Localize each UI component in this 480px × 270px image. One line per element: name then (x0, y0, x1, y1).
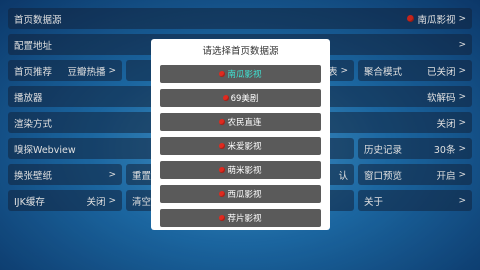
source-dot-icon (219, 191, 226, 197)
source-select-dialog: 请选择首页数据源 南瓜影视 69美剧 农民直连 米爱影视 萌米影视 西瓜影视 荐… (151, 39, 330, 230)
source-dot-icon (219, 71, 226, 77)
source-dot-icon (219, 119, 226, 125)
source-option[interactable]: 农民直连 (160, 113, 321, 131)
source-option-label: 南瓜影视 (227, 70, 262, 80)
source-option-label: 农民直连 (227, 118, 262, 128)
source-option-label: 西瓜影视 (227, 190, 262, 200)
source-option-label: 萌米影视 (227, 166, 262, 176)
source-option-label: 米爱影视 (227, 142, 262, 152)
source-dot-icon (222, 95, 229, 101)
source-option[interactable]: 西瓜影视 (160, 185, 321, 203)
source-dot-icon (219, 167, 226, 173)
source-dot-icon (219, 143, 226, 149)
source-option-label: 荐片影视 (227, 214, 262, 224)
source-option[interactable]: 萌米影视 (160, 161, 321, 179)
source-option[interactable]: 米爱影视 (160, 137, 321, 155)
source-dot-icon (219, 215, 226, 221)
source-option[interactable]: 荐片影视 (160, 209, 321, 227)
source-option-label: 69美剧 (230, 94, 259, 104)
source-option[interactable]: 南瓜影视 (160, 65, 321, 83)
source-option[interactable]: 69美剧 (160, 89, 321, 107)
dialog-title: 请选择首页数据源 (202, 46, 279, 57)
